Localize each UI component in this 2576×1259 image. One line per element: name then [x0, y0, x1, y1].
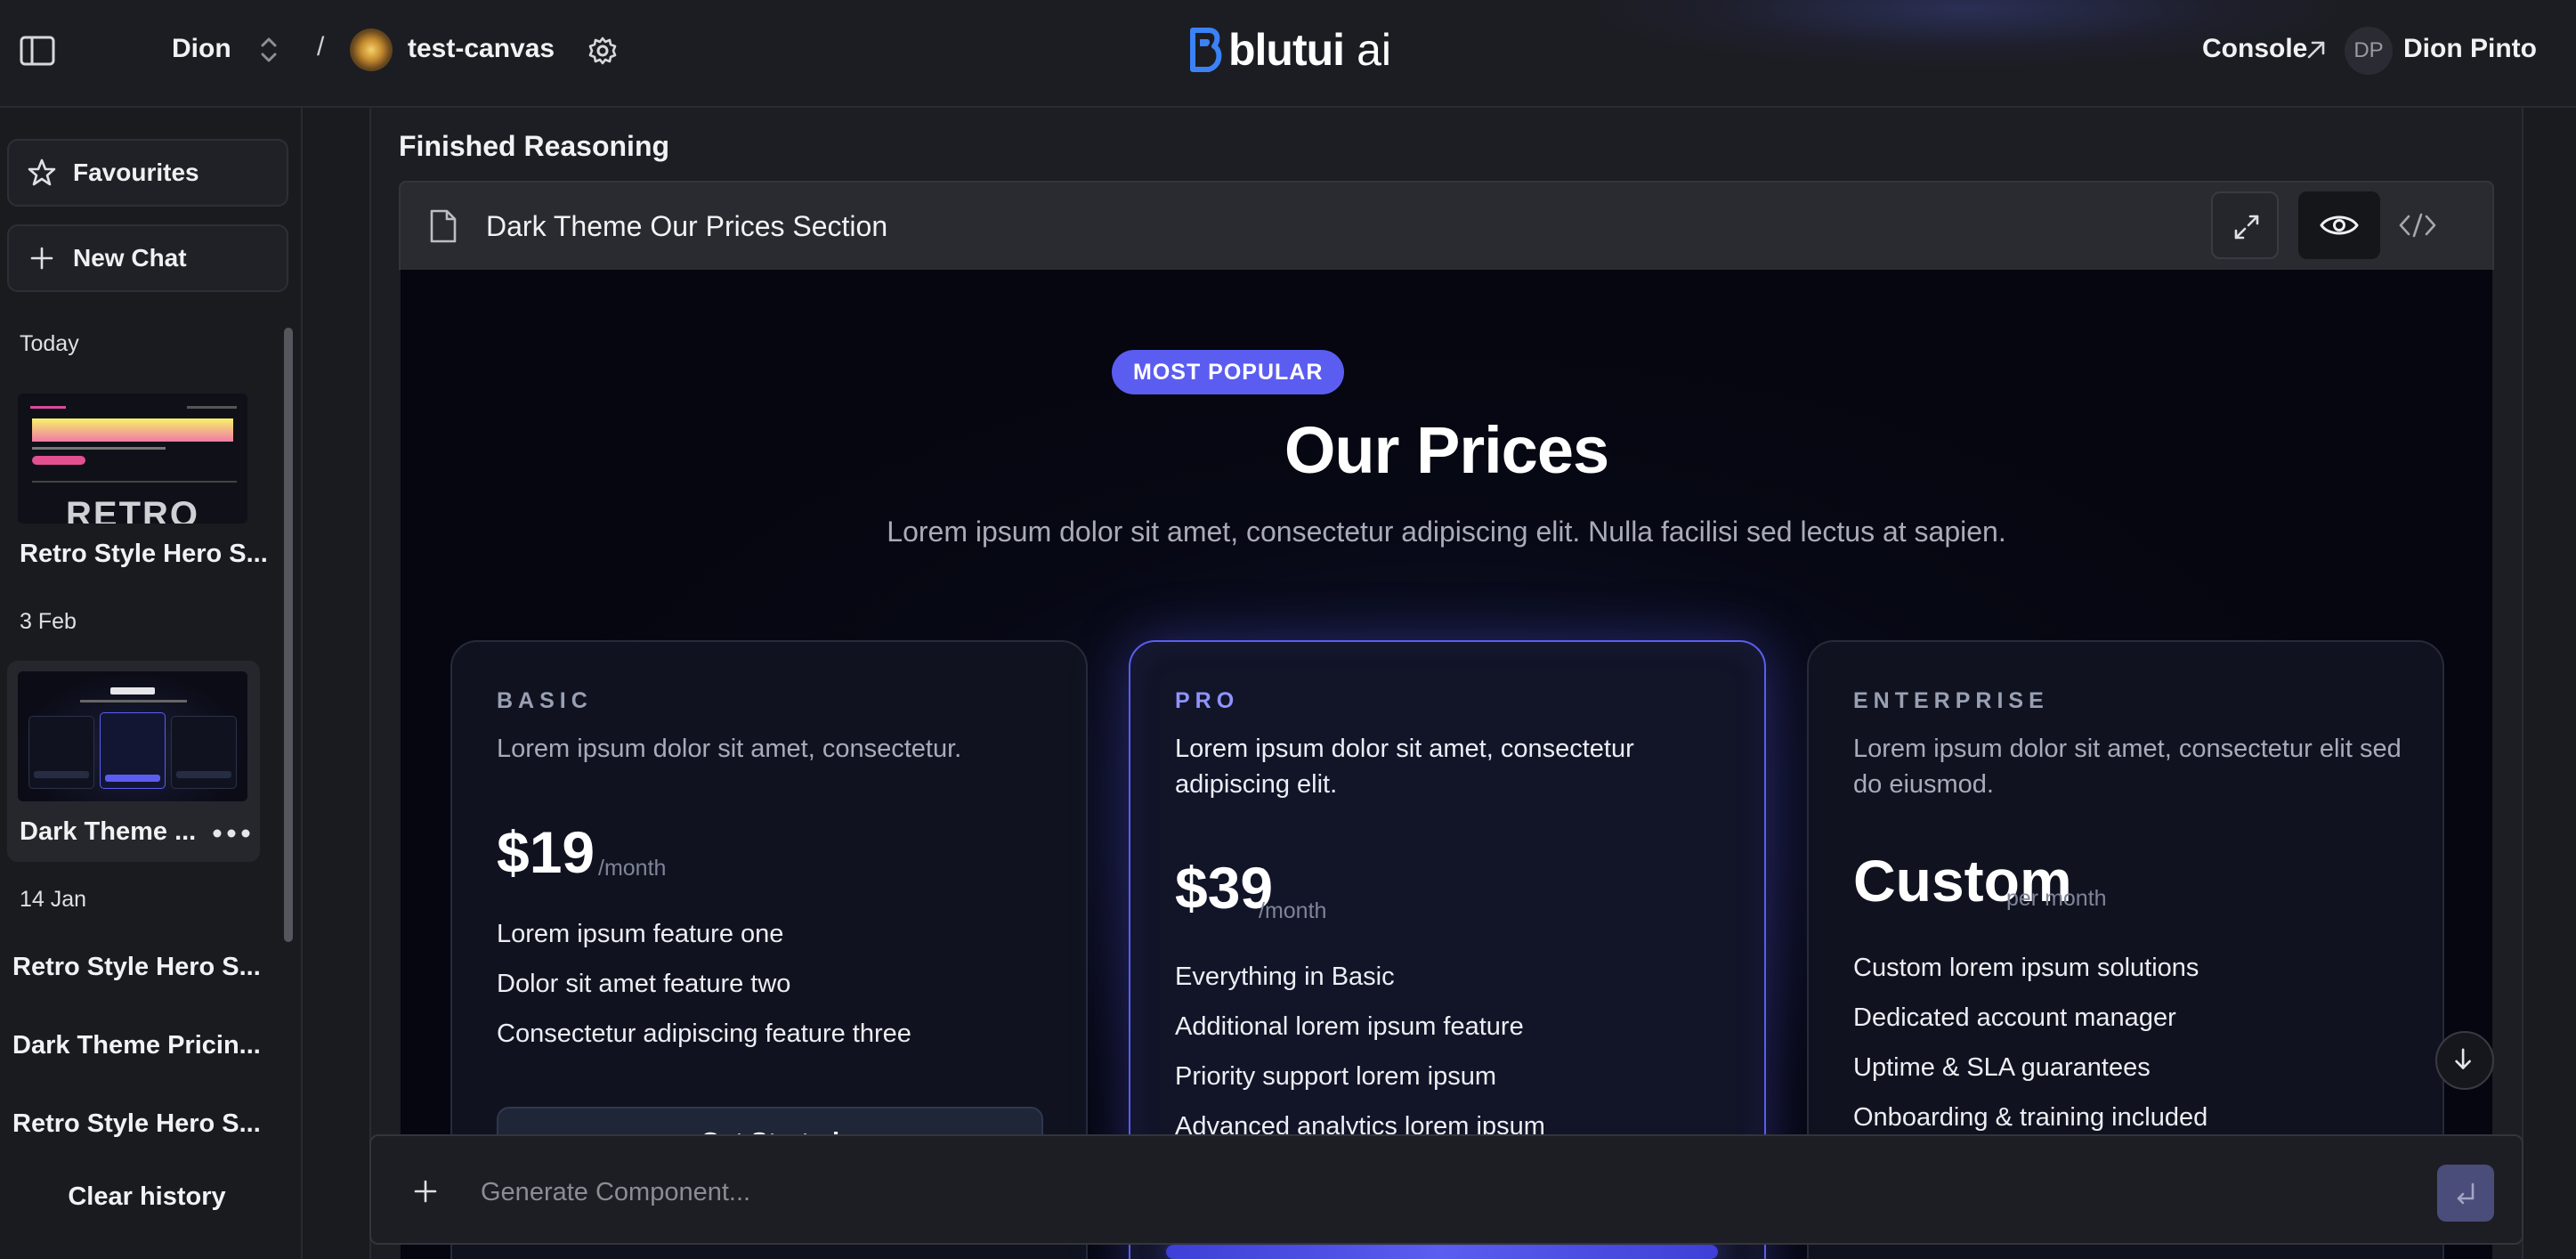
reasoning-status[interactable]: Finished Reasoning [399, 130, 669, 163]
history-group-label: 3 Feb [20, 609, 77, 634]
history-item[interactable]: Dark Theme Pricin... [12, 1031, 261, 1060]
plan-feature: Additional lorem ipsum feature [1175, 1012, 1524, 1041]
plan-feature: Consectetur adipiscing feature three [497, 1019, 911, 1048]
more-options-icon[interactable] [210, 824, 253, 842]
plan-feature: Uptime & SLA guarantees [1853, 1053, 2151, 1082]
arrow-down-icon [2455, 1048, 2471, 1069]
history-item[interactable]: Retro Style Hero S... [12, 953, 261, 982]
sidebar-scrollbar-thumb[interactable] [284, 328, 293, 942]
code-icon [2399, 213, 2436, 238]
new-chat-button[interactable]: New Chat [7, 224, 288, 292]
eye-icon [2320, 215, 2359, 235]
history-item-title: Dark Theme ... [20, 817, 197, 846]
star-icon [28, 158, 56, 186]
plan-feature: Lorem ipsum feature one [497, 920, 784, 948]
new-chat-label: New Chat [73, 244, 187, 272]
brand-logo[interactable]: blutui ai [1187, 23, 1391, 77]
component-preview: Our Prices Lorem ipsum dolor sit amet, c… [401, 270, 2492, 1259]
plus-icon [30, 247, 53, 270]
user-avatar[interactable]: DP [2345, 27, 2393, 75]
workspace-name[interactable]: Dion [172, 34, 231, 64]
history-item-title: Retro Style Hero S... [20, 540, 268, 568]
plan-feature: Dedicated account manager [1853, 1003, 2176, 1032]
history-thumbnail [18, 671, 247, 801]
enter-icon [2457, 1182, 2475, 1205]
gear-icon[interactable] [587, 36, 618, 66]
history-item[interactable]: RETRO Retro Style Hero S... [7, 383, 268, 579]
plan-description: Lorem ipsum dolor sit amet, consectetur. [497, 735, 962, 763]
preview-toggle-button[interactable] [2298, 191, 2380, 259]
expand-button[interactable] [2211, 191, 2279, 259]
history-thumbnail: RETRO [18, 394, 247, 524]
preview-button-glow [1166, 1245, 1718, 1259]
prompt-input[interactable] [481, 1170, 2386, 1214]
breadcrumb-separator: / [317, 32, 325, 61]
project-name[interactable]: test-canvas [408, 34, 555, 64]
plan-price: $19 [497, 819, 595, 885]
user-name[interactable]: Dion Pinto [2403, 34, 2537, 64]
thumbnail-retro-text: RETRO [66, 495, 199, 524]
plan-feature: Custom lorem ipsum solutions [1853, 954, 2199, 982]
pricing-title: Our Prices [1284, 413, 1609, 487]
favourites-label: Favourites [73, 158, 199, 186]
project-avatar [350, 28, 393, 71]
brand-name: blutui [1228, 25, 1345, 75]
plan-name: ENTERPRISE [1853, 688, 2049, 713]
plan-name: PRO [1175, 688, 1240, 713]
history-item[interactable]: Retro Style Hero S... [12, 1109, 261, 1139]
plan-period: /month [1259, 898, 1327, 923]
favourites-button[interactable]: Favourites [7, 139, 288, 207]
chevron-up-down-icon[interactable] [256, 34, 281, 66]
plan-feature: Dolor sit amet feature two [497, 970, 791, 998]
plan-description: Lorem ipsum dolor sit amet, consectetur … [1853, 735, 2402, 799]
clear-history-button[interactable]: Clear history [0, 1182, 294, 1212]
brand-suffix: ai [1357, 25, 1391, 75]
plan-feature: Everything in Basic [1175, 963, 1395, 991]
external-link-icon[interactable] [2305, 39, 2327, 61]
history-group-label: Today [20, 331, 79, 356]
attach-plus-icon[interactable] [411, 1177, 440, 1206]
plan-feature: Priority support lorem ipsum [1175, 1062, 1496, 1091]
code-view-button[interactable] [2396, 191, 2439, 259]
plan-feature: Onboarding & training included [1853, 1103, 2208, 1132]
history-item-active[interactable]: Dark Theme ... [7, 661, 260, 862]
pricing-subtitle: Lorem ipsum dolor sit amet, consectetur … [887, 516, 2006, 548]
brand-mark-icon [1190, 28, 1222, 72]
most-popular-badge: MOST POPULAR [1112, 350, 1345, 394]
console-link[interactable]: Console [2202, 34, 2307, 64]
send-button[interactable] [2437, 1165, 2494, 1222]
plan-period: per month [2006, 886, 2107, 911]
plan-name: BASIC [497, 688, 593, 713]
history-group-label: 14 Jan [20, 887, 87, 912]
plan-description: Lorem ipsum dolor sit amet, consectetur … [1175, 735, 1634, 799]
artifact-title: Dark Theme Our Prices Section [486, 210, 888, 242]
document-icon [430, 209, 457, 243]
plan-period: /month [598, 856, 667, 881]
expand-icon [2234, 215, 2259, 240]
sidebar-toggle-icon[interactable] [20, 36, 55, 66]
scroll-down-button[interactable] [2435, 1031, 2494, 1090]
